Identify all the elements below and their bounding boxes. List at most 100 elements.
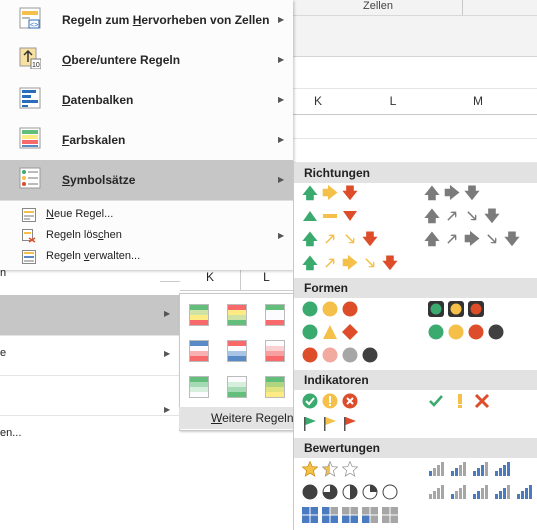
empty-circle-icon — [382, 484, 398, 500]
column-header-m[interactable]: M — [443, 88, 514, 115]
green-circle-icon — [302, 301, 318, 317]
column-header-n[interactable] — [513, 88, 537, 115]
red-diamond-icon — [342, 324, 358, 340]
menu-item-highlight-rules[interactable]: <> Regeln zum Hervorheben von Zellen ▶ — [0, 0, 293, 40]
icon-set-3-symbols[interactable] — [428, 393, 508, 413]
chevron-right-icon: ▶ — [278, 95, 285, 104]
grid-row — [293, 138, 537, 163]
background-menu-text: en... — [0, 427, 22, 439]
half-circle-icon — [342, 484, 358, 500]
x-circle-icon — [342, 393, 358, 409]
color-scales-icon — [19, 127, 41, 149]
icon-set-4-ratings[interactable] — [428, 461, 537, 481]
icon-set-4-arrows-gray[interactable]: 🡅 🡕 🡖 🡇 — [424, 208, 534, 228]
section-title: Indikatoren — [304, 373, 369, 387]
background-menu-item[interactable]: e ▶ — [0, 335, 180, 376]
section-header-ratings: Bewertungen — [294, 438, 537, 458]
chevron-right-icon: ▶ — [278, 175, 285, 184]
grid-row — [293, 114, 537, 139]
icon-set-3-flags[interactable] — [302, 416, 402, 436]
icon-set-3-arrows-colored[interactable]: 🡅 🡆 🡇 — [302, 185, 402, 205]
menu-separator — [0, 200, 293, 201]
red-circle-icon — [302, 347, 318, 363]
icon-set-3-traffic-lights[interactable] — [302, 301, 402, 321]
background-menu-item[interactable]: ▶ — [0, 295, 180, 336]
boxes-1-icon — [362, 507, 378, 523]
icon-set-4-arrows-colored[interactable]: 🡅 🡕 🡖 🡇 — [302, 231, 412, 251]
more-rules-button[interactable]: Weitere Regeln — [179, 407, 294, 429]
icon-set-3-signs[interactable] — [302, 324, 402, 344]
menu-item-data-bars[interactable]: Datenbalken ▶ — [0, 80, 293, 120]
color-scale-blue-white-red[interactable] — [189, 340, 209, 362]
gray-circle-icon — [342, 347, 358, 363]
arrow-down-icon: 🡇 — [464, 184, 480, 202]
background-menu: n ▶ e ▶ ▶ en... — [0, 267, 180, 530]
menu-item-label: Regeln verwalten... — [46, 250, 141, 262]
icon-set-5-quarters[interactable] — [302, 484, 422, 504]
chevron-right-icon: ▶ — [164, 349, 171, 358]
menu-item-icon-sets[interactable]: Symbolsätze ▶ — [0, 160, 293, 200]
color-scale-green-white-red[interactable] — [265, 304, 285, 326]
icon-set-3-traffic-lights-rimmed[interactable] — [428, 301, 508, 321]
ribbon-separator — [462, 0, 463, 16]
section-header-indicators: Indikatoren — [294, 370, 537, 390]
menu-item-label: Obere/untere Regeln — [62, 53, 181, 67]
background-menu-item[interactable]: ▶ — [0, 375, 180, 416]
black-circle-icon — [488, 324, 504, 340]
arrow-right-icon: 🡆 — [464, 230, 480, 248]
icon-set-3-arrows-gray[interactable]: 🡅 🡆 🡇 — [424, 185, 504, 205]
yellow-light-icon — [448, 301, 464, 317]
icon-set-red-to-black[interactable] — [302, 347, 402, 367]
icon-set-4-traffic-lights[interactable] — [428, 324, 528, 344]
ribbon-separator — [293, 15, 537, 16]
section-title: Bewertungen — [304, 441, 381, 455]
menu-item-clear-rules[interactable]: Regeln löschen ▶ — [0, 225, 293, 246]
menu-item-manage-rules[interactable]: Regeln verwalten... — [0, 246, 293, 267]
color-scale-green-yellow-red[interactable] — [189, 304, 209, 326]
icon-set-3-symbols-circled[interactable] — [302, 393, 402, 413]
icon-sets-icon — [19, 167, 41, 189]
arrow-up-right-icon: 🡕 — [325, 230, 335, 248]
icon-set-5-arrows-gray[interactable]: 🡅 🡕 🡆 🡖 🡇 — [424, 231, 537, 251]
color-scale-green-white[interactable] — [189, 376, 209, 398]
color-scale-white-red[interactable] — [265, 340, 285, 362]
icon-set-5-arrows-colored[interactable]: 🡅 🡕 🡆 🡖 🡇 — [302, 255, 422, 275]
color-scale-red-white-blue[interactable] — [227, 340, 247, 362]
arrow-up-icon: 🡅 — [424, 184, 440, 202]
color-scale-white-green[interactable] — [227, 376, 247, 398]
column-header-l[interactable]: L — [343, 88, 444, 115]
icon-set-3-stars[interactable] — [302, 461, 402, 481]
section-title: Formen — [304, 281, 349, 295]
column-header-k[interactable]: K — [293, 88, 344, 115]
icon-set-5-boxes[interactable] — [302, 507, 422, 527]
arrow-up-icon: 🡅 — [302, 184, 318, 202]
signal-bars-2-icon — [450, 461, 466, 477]
icon-set-3-triangles[interactable] — [302, 208, 402, 228]
half-star-icon — [322, 461, 338, 477]
menu-item-label: Farbskalen — [62, 133, 126, 147]
arrow-up-right-icon: 🡕 — [325, 254, 335, 272]
icon-set-5-ratings[interactable] — [428, 484, 537, 504]
arrow-up-right-icon: 🡕 — [447, 207, 457, 225]
color-scale-red-yellow-green[interactable] — [227, 304, 247, 326]
empty-star-icon — [342, 461, 358, 477]
background-menu-text: e — [0, 347, 7, 359]
menu-item-new-rule[interactable]: Neue Regel... — [0, 204, 293, 225]
check-circle-icon — [302, 393, 318, 409]
menu-item-color-scales[interactable]: Farbskalen ▶ — [0, 120, 293, 160]
svg-text:<>: <> — [30, 22, 38, 29]
menu-item-top-bottom-rules[interactable]: 10 Obere/untere Regeln ▶ — [0, 40, 293, 80]
chevron-right-icon: ▶ — [278, 15, 285, 24]
green-circle-icon — [428, 324, 444, 340]
menu-item-label: Regeln löschen — [46, 229, 122, 241]
chevron-right-icon: ▶ — [278, 231, 285, 240]
section-header-shapes: Formen — [294, 278, 537, 298]
red-circle-icon — [342, 301, 358, 317]
arrow-up-right-icon: 🡕 — [447, 230, 457, 248]
exclamation-circle-icon — [322, 393, 338, 409]
color-scale-green-yellow[interactable] — [265, 376, 285, 398]
chevron-right-icon: ▶ — [278, 135, 285, 144]
full-star-icon — [302, 461, 318, 477]
signal-bars-3-icon — [472, 484, 488, 500]
section-title: Richtungen — [304, 166, 370, 180]
